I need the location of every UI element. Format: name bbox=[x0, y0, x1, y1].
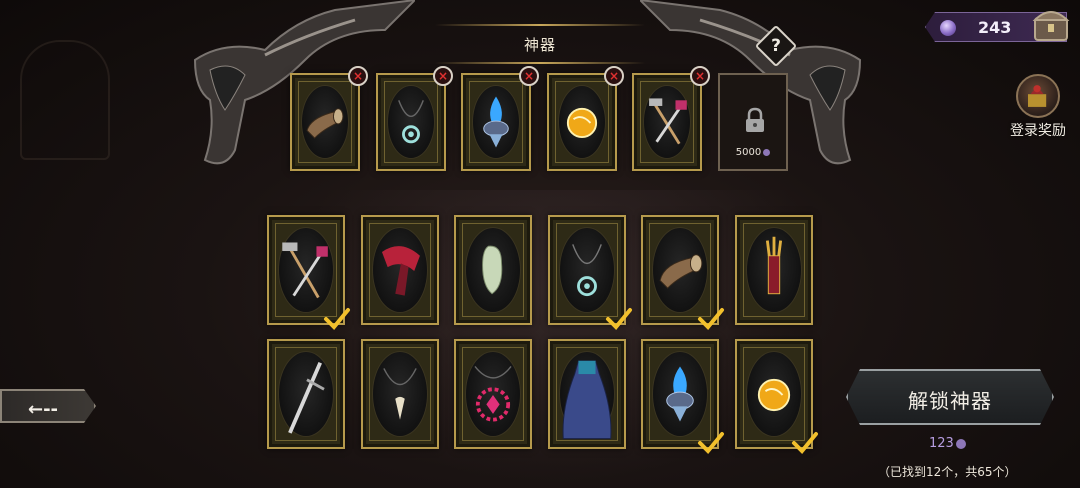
artifact-card-red-scarf[interactable] bbox=[361, 215, 439, 325]
gift-icon bbox=[1016, 74, 1060, 118]
equipped-slot-hammer-and-pick[interactable] bbox=[632, 73, 702, 171]
artifact-card-spiked-ruby-amulet[interactable] bbox=[454, 339, 532, 449]
spiked-ruby-amulet-icon bbox=[474, 366, 512, 422]
silver-sword-icon bbox=[288, 361, 325, 434]
remove-hammer-and-pick-button[interactable]: × bbox=[690, 66, 710, 86]
artifact-card-blue-cloak[interactable] bbox=[548, 339, 626, 449]
checkmark-icon bbox=[698, 308, 724, 330]
unlock-artifact-button[interactable]: 解锁神器 bbox=[846, 369, 1054, 425]
treasure-chest-icon[interactable] bbox=[1032, 4, 1070, 44]
padlock-icon bbox=[746, 107, 764, 132]
checkmark-icon bbox=[792, 432, 818, 454]
hammer-and-pick-icon bbox=[649, 98, 687, 145]
trident-scepter-icon bbox=[765, 236, 783, 295]
locked-slot-cost: 5000 bbox=[720, 147, 786, 158]
title-divider-bottom bbox=[435, 62, 645, 64]
page-title: 神器 bbox=[523, 36, 556, 54]
purple-gem-icon bbox=[763, 148, 771, 156]
artifact-card-pale-crystal[interactable] bbox=[454, 215, 532, 325]
unlock-cost: 123 bbox=[929, 436, 966, 451]
purple-gem-icon bbox=[955, 438, 966, 449]
title-bar: 神器 bbox=[395, 18, 685, 68]
unlock-artifact-label: 解锁神器 bbox=[908, 389, 992, 413]
found-count-text: （已找到12个，共65个） bbox=[878, 465, 1017, 479]
remove-golden-orb-button[interactable]: × bbox=[604, 66, 624, 86]
pale-crystal-icon bbox=[482, 245, 503, 295]
red-scarf-icon bbox=[381, 246, 420, 296]
equipped-slot-blue-flame-lantern[interactable] bbox=[461, 73, 531, 171]
artifact-card-trident-scepter[interactable] bbox=[735, 215, 813, 325]
back-button[interactable]: ←-- bbox=[0, 389, 96, 423]
checkmark-icon bbox=[698, 432, 724, 454]
locked-slot[interactable]: 5000 bbox=[718, 73, 788, 171]
blue-flame-lantern-icon bbox=[483, 96, 509, 148]
locked-slot-cost-value: 5000 bbox=[735, 147, 762, 158]
checkmark-icon bbox=[606, 308, 632, 330]
blue-cloak-icon bbox=[562, 360, 612, 440]
equipped-slot-golden-orb[interactable] bbox=[547, 73, 617, 171]
equipped-slot-war-horn[interactable] bbox=[290, 73, 360, 171]
artifact-card-fang-necklace[interactable] bbox=[361, 339, 439, 449]
remove-war-horn-button[interactable]: × bbox=[348, 66, 368, 86]
login-reward-label: 登录奖励 bbox=[1010, 123, 1066, 139]
title-divider-top bbox=[435, 24, 645, 26]
purple-gem-icon bbox=[940, 20, 956, 36]
background-emblem bbox=[20, 40, 110, 160]
remove-spiral-pendant-button[interactable]: × bbox=[433, 66, 453, 86]
remove-blue-flame-lantern-button[interactable]: × bbox=[519, 66, 539, 86]
artifact-card-silver-sword[interactable] bbox=[267, 339, 345, 449]
unlock-cost-value: 123 bbox=[929, 436, 954, 451]
equipped-slot-spiral-pendant[interactable] bbox=[376, 73, 446, 171]
login-reward-button[interactable]: 登录奖励 bbox=[1000, 74, 1076, 140]
fang-necklace-icon bbox=[383, 368, 417, 420]
golden-orb-icon bbox=[566, 107, 598, 139]
checkmark-icon bbox=[324, 308, 350, 330]
currency-amount: 243 bbox=[978, 18, 1012, 37]
war-horn-icon bbox=[306, 108, 344, 139]
back-arrow-icon: ←-- bbox=[28, 399, 59, 420]
spiral-pendant-icon bbox=[398, 100, 424, 144]
question-mark-icon: ? bbox=[771, 36, 781, 56]
